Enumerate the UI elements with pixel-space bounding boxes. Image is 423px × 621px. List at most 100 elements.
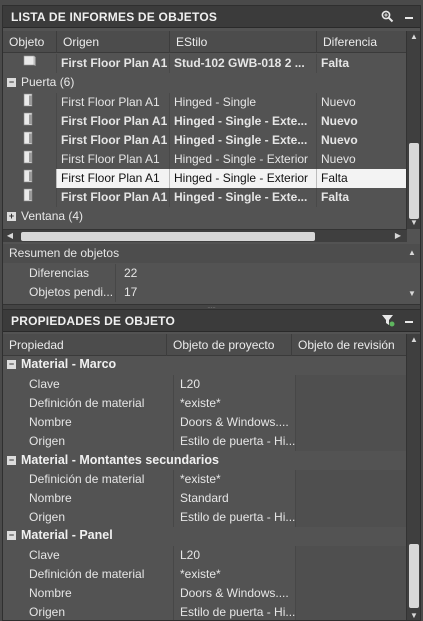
- report-vertical-scrollbar[interactable]: ▲ ▼: [406, 31, 420, 229]
- row-origen: First Floor Plan A1: [57, 112, 170, 131]
- property-row: Clave L20: [3, 546, 406, 565]
- table-row[interactable]: First Floor Plan A1 Hinged - Single - Ex…: [3, 188, 407, 207]
- property-key: Nombre: [3, 489, 174, 508]
- report-panel-title: LISTA DE INFORMES DE OBJETOS: [11, 9, 218, 24]
- scroll-down-arrow-icon[interactable]: ▼: [407, 217, 420, 229]
- revision-value: [296, 603, 406, 620]
- property-row: Clave L20: [3, 375, 406, 394]
- group-label-puerta: Puerta (6): [21, 75, 75, 89]
- section-title: Material - Montantes secundarios: [21, 453, 219, 467]
- column-header-objeto-proyecto[interactable]: Objeto de proyecto: [167, 334, 292, 356]
- revision-value: [296, 584, 406, 603]
- row-origen: First Floor Plan A1: [57, 150, 170, 169]
- property-row: Definición de material *existe*: [3, 565, 406, 584]
- property-row: Nombre Standard: [3, 489, 406, 508]
- property-row: Origen Estilo de puerta - Hi...: [3, 432, 406, 451]
- section-title: Material - Panel: [21, 528, 113, 542]
- revision-value: [296, 394, 406, 413]
- door-icon: [3, 169, 57, 188]
- property-value: *existe*: [174, 565, 296, 584]
- column-header-origen[interactable]: Origen: [57, 31, 170, 53]
- group-puerta[interactable]: − Puerta (6): [3, 73, 74, 92]
- property-key: Origen: [3, 432, 174, 451]
- row-diferencia: Nuevo: [317, 112, 407, 131]
- property-key: Nombre: [3, 413, 174, 432]
- collapse-toggle-icon[interactable]: −: [7, 456, 16, 465]
- expand-toggle-icon[interactable]: +: [7, 212, 16, 221]
- table-row[interactable]: First Floor Plan A1 Hinged - Single Nuev…: [3, 93, 407, 112]
- row-diferencia: Falta: [317, 169, 407, 188]
- column-header-objeto-revision[interactable]: Objeto de revisión: [292, 334, 407, 356]
- row-diferencia: Falta: [317, 54, 407, 73]
- table-row[interactable]: First Floor Plan A1 Hinged - Single - Ex…: [3, 150, 407, 169]
- horizontal-scrollbar-thumb[interactable]: [21, 232, 315, 241]
- row-origen: First Floor Plan A1: [57, 131, 170, 150]
- row-origen: First Floor Plan A1: [57, 54, 170, 73]
- column-header-objeto[interactable]: Objeto: [3, 31, 57, 53]
- property-key: Definición de material: [3, 470, 174, 489]
- object-properties-panel: PROPIEDADES DE OBJETO Propiedad Objeto d…: [2, 309, 421, 621]
- properties-panel-titlebar: PROPIEDADES DE OBJETO: [3, 310, 420, 332]
- scroll-up-arrow-icon[interactable]: ▲: [407, 31, 420, 43]
- section-material-montantes[interactable]: − Material - Montantes secundarios: [3, 451, 219, 470]
- minimize-icon[interactable]: [401, 9, 416, 24]
- property-value: *existe*: [174, 470, 296, 489]
- summary-key: Diferencias: [3, 264, 116, 283]
- property-value: Estilo de puerta - Hi...: [174, 603, 296, 620]
- property-row: Nombre Doors & Windows....: [3, 413, 406, 432]
- row-estilo: Hinged - Single - Exte...: [170, 131, 317, 150]
- row-diferencia: Nuevo: [317, 150, 407, 169]
- row-origen: First Floor Plan A1: [57, 93, 170, 112]
- column-header-diferencia[interactable]: Diferencia: [317, 31, 407, 53]
- row-diferencia: Falta: [317, 188, 407, 207]
- row-estilo: Hinged - Single - Exterior: [170, 150, 317, 169]
- row-origen: First Floor Plan A1: [57, 169, 170, 188]
- section-material-marco[interactable]: − Material - Marco: [3, 355, 116, 374]
- group-ventana[interactable]: + Ventana (4): [3, 207, 83, 226]
- table-row[interactable]: First Floor Plan A1 Stud-102 GWB-018 2 .…: [3, 54, 407, 73]
- revision-value: [296, 508, 406, 527]
- door-icon: [3, 112, 57, 131]
- property-key: Definición de material: [3, 394, 174, 413]
- object-summary: Resumen de objetos ▲ Diferencias 22 Obje…: [3, 244, 420, 304]
- row-estilo: Hinged - Single: [170, 93, 317, 112]
- row-estilo: Hinged - Single - Exterior: [170, 169, 317, 188]
- property-value: L20: [174, 375, 296, 394]
- scroll-left-arrow-icon[interactable]: ◀: [3, 230, 17, 242]
- property-key: Origen: [3, 603, 174, 620]
- scroll-right-arrow-icon[interactable]: ▶: [391, 230, 405, 242]
- collapse-toggle-icon[interactable]: −: [7, 531, 16, 540]
- collapse-toggle-icon[interactable]: −: [7, 78, 16, 87]
- revision-value: [296, 546, 406, 565]
- revision-value: [296, 413, 406, 432]
- properties-panel-title: PROPIEDADES DE OBJETO: [11, 313, 176, 328]
- summary-title: Resumen de objetos: [3, 244, 420, 263]
- filter-icon[interactable]: [380, 313, 395, 328]
- property-key: Clave: [3, 375, 174, 394]
- property-value: Estilo de puerta - Hi...: [174, 508, 296, 527]
- scrollbar-thumb[interactable]: [409, 544, 419, 608]
- table-row[interactable]: First Floor Plan A1 Hinged - Single - Ex…: [3, 131, 407, 150]
- minimize-icon[interactable]: [401, 313, 416, 328]
- properties-vertical-scrollbar[interactable]: ▲ ▼: [406, 334, 420, 620]
- scrollbar-thumb[interactable]: [409, 143, 419, 219]
- column-header-propiedad[interactable]: Propiedad: [3, 334, 167, 356]
- row-estilo: Stud-102 GWB-018 2 ...: [170, 54, 317, 73]
- scroll-down-arrow-icon[interactable]: ▼: [407, 610, 420, 620]
- report-horizontal-scrollbar[interactable]: ◀ ▶: [3, 229, 407, 242]
- door-icon: [3, 131, 57, 150]
- section-material-panel[interactable]: − Material - Panel: [3, 526, 113, 545]
- column-header-estilo[interactable]: EStilo: [170, 31, 317, 53]
- search-icon[interactable]: [380, 9, 395, 24]
- collapse-toggle-icon[interactable]: −: [7, 360, 16, 369]
- table-row-selected[interactable]: First Floor Plan A1 Hinged - Single - Ex…: [3, 169, 407, 188]
- summary-collapse-icon[interactable]: ▲: [405, 247, 419, 259]
- summary-key: Objetos pendi...: [3, 283, 116, 302]
- property-value: Doors & Windows....: [174, 413, 296, 432]
- table-row[interactable]: First Floor Plan A1 Hinged - Single - Ex…: [3, 112, 407, 131]
- property-value: Estilo de puerta - Hi...: [174, 432, 296, 451]
- summary-scroll-down-icon[interactable]: ▼: [405, 288, 419, 300]
- scroll-up-arrow-icon[interactable]: ▲: [407, 334, 420, 346]
- revision-value: [296, 375, 406, 394]
- group-label-ventana: Ventana (4): [21, 209, 84, 223]
